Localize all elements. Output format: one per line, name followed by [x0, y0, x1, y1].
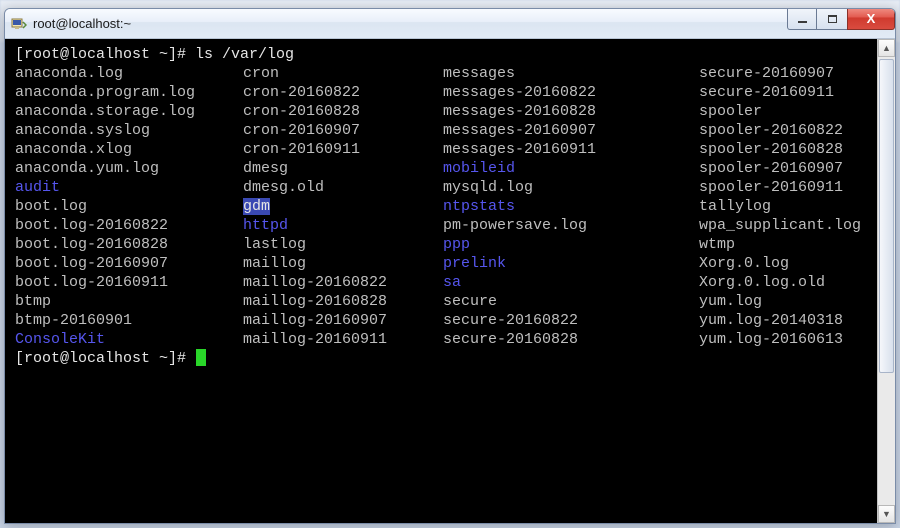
command-line: [root@localhost ~]# ls /var/log [15, 45, 869, 64]
listing-cell: ppp [443, 235, 699, 254]
listing-cell: dmesg [243, 159, 443, 178]
minimize-button[interactable] [787, 8, 817, 30]
cursor [196, 349, 206, 366]
listing-cell: cron-20160822 [243, 83, 443, 102]
listing-cell: httpd [243, 216, 443, 235]
titlebar[interactable]: root@localhost:~ X [5, 9, 895, 39]
listing-cell: cron-20160828 [243, 102, 443, 121]
listing-row: boot.log-20160911maillog-20160822saXorg.… [15, 273, 869, 292]
listing-cell: maillog-20160828 [243, 292, 443, 311]
listing-cell: anaconda.storage.log [15, 102, 243, 121]
listing-cell: boot.log-20160828 [15, 235, 243, 254]
listing-row: boot.log-20160822httpdpm-powersave.logwp… [15, 216, 869, 235]
listing-cell: boot.log-20160911 [15, 273, 243, 292]
listing-cell: btmp-20160901 [15, 311, 243, 330]
maximize-button[interactable] [816, 8, 848, 30]
listing-cell: messages-20160907 [443, 121, 699, 140]
scroll-down-button[interactable]: ▼ [878, 505, 895, 523]
listing-cell: anaconda.syslog [15, 121, 243, 140]
listing-cell: prelink [443, 254, 699, 273]
putty-icon [11, 16, 27, 32]
listing-cell: lastlog [243, 235, 443, 254]
listing-row: btmp-20160901maillog-20160907secure-2016… [15, 311, 869, 330]
listing-row: anaconda.storage.logcron-20160828message… [15, 102, 869, 121]
listing-cell: yum.log-20140318 [699, 311, 869, 330]
listing-cell: tallylog [699, 197, 869, 216]
listing-row: anaconda.xlogcron-20160911messages-20160… [15, 140, 869, 159]
listing-cell: yum.log-20160613 [699, 330, 869, 349]
listing-cell: mysqld.log [443, 178, 699, 197]
listing-row: auditdmesg.oldmysqld.logspooler-20160911 [15, 178, 869, 197]
listing-cell: cron-20160911 [243, 140, 443, 159]
listing-cell: secure-20160907 [699, 64, 869, 83]
listing-cell: maillog-20160822 [243, 273, 443, 292]
listing-row: anaconda.syslogcron-20160907messages-201… [15, 121, 869, 140]
listing-cell: btmp [15, 292, 243, 311]
listing-cell: spooler-20160822 [699, 121, 869, 140]
listing-cell: spooler [699, 102, 869, 121]
listing-cell: spooler-20160911 [699, 178, 869, 197]
listing-cell: ntpstats [443, 197, 699, 216]
listing-cell: spooler-20160907 [699, 159, 869, 178]
listing-row: anaconda.logcronmessagessecure-20160907 [15, 64, 869, 83]
listing-cell: ConsoleKit [15, 330, 243, 349]
listing-cell: sa [443, 273, 699, 292]
listing-cell: cron [243, 64, 443, 83]
listing-cell: boot.log-20160822 [15, 216, 243, 235]
listing-cell: boot.log-20160907 [15, 254, 243, 273]
scroll-track[interactable] [878, 57, 895, 505]
terminal-area: [root@localhost ~]# ls /var/loganaconda.… [5, 39, 895, 523]
scrollbar[interactable]: ▲ ▼ [877, 39, 895, 523]
prompt-line: [root@localhost ~]# [15, 349, 869, 368]
listing-cell: anaconda.log [15, 64, 243, 83]
listing-row: boot.log-20160828lastlogpppwtmp [15, 235, 869, 254]
listing-cell: maillog [243, 254, 443, 273]
listing-cell: secure-20160911 [699, 83, 869, 102]
listing-cell: audit [15, 178, 243, 197]
listing-cell: messages-20160828 [443, 102, 699, 121]
listing-cell: Xorg.0.log.old [699, 273, 869, 292]
listing-cell: secure-20160828 [443, 330, 699, 349]
listing-cell: secure-20160822 [443, 311, 699, 330]
listing-cell: mobileid [443, 159, 699, 178]
terminal[interactable]: [root@localhost ~]# ls /var/loganaconda.… [5, 39, 877, 523]
listing-cell: messages-20160911 [443, 140, 699, 159]
listing-cell: gdm [243, 197, 443, 216]
close-button[interactable]: X [847, 8, 895, 30]
listing-cell: yum.log [699, 292, 869, 311]
listing-cell: secure [443, 292, 699, 311]
listing-cell: anaconda.xlog [15, 140, 243, 159]
listing-row: anaconda.program.logcron-20160822message… [15, 83, 869, 102]
listing-cell: anaconda.program.log [15, 83, 243, 102]
listing-cell: wpa_supplicant.log [699, 216, 869, 235]
listing-cell: wtmp [699, 235, 869, 254]
listing-row: btmpmaillog-20160828secureyum.log [15, 292, 869, 311]
listing-cell: boot.log [15, 197, 243, 216]
listing-cell: maillog-20160911 [243, 330, 443, 349]
listing-cell: pm-powersave.log [443, 216, 699, 235]
listing-cell: Xorg.0.log [699, 254, 869, 273]
listing-cell: maillog-20160907 [243, 311, 443, 330]
listing-cell: cron-20160907 [243, 121, 443, 140]
listing-row: ConsoleKitmaillog-20160911secure-2016082… [15, 330, 869, 349]
listing-row: boot.log-20160907maillogprelinkXorg.0.lo… [15, 254, 869, 273]
window-title: root@localhost:~ [33, 16, 131, 31]
listing-cell: dmesg.old [243, 178, 443, 197]
listing-cell: messages [443, 64, 699, 83]
scroll-thumb[interactable] [879, 59, 894, 373]
putty-window: root@localhost:~ X [root@localhost ~]# l… [4, 8, 896, 524]
listing-cell: messages-20160822 [443, 83, 699, 102]
listing-cell: spooler-20160828 [699, 140, 869, 159]
listing-row: anaconda.yum.logdmesgmobileidspooler-201… [15, 159, 869, 178]
scroll-up-button[interactable]: ▲ [878, 39, 895, 57]
listing-row: boot.loggdmntpstatstallylog [15, 197, 869, 216]
listing-cell: anaconda.yum.log [15, 159, 243, 178]
window-controls: X [788, 8, 895, 30]
